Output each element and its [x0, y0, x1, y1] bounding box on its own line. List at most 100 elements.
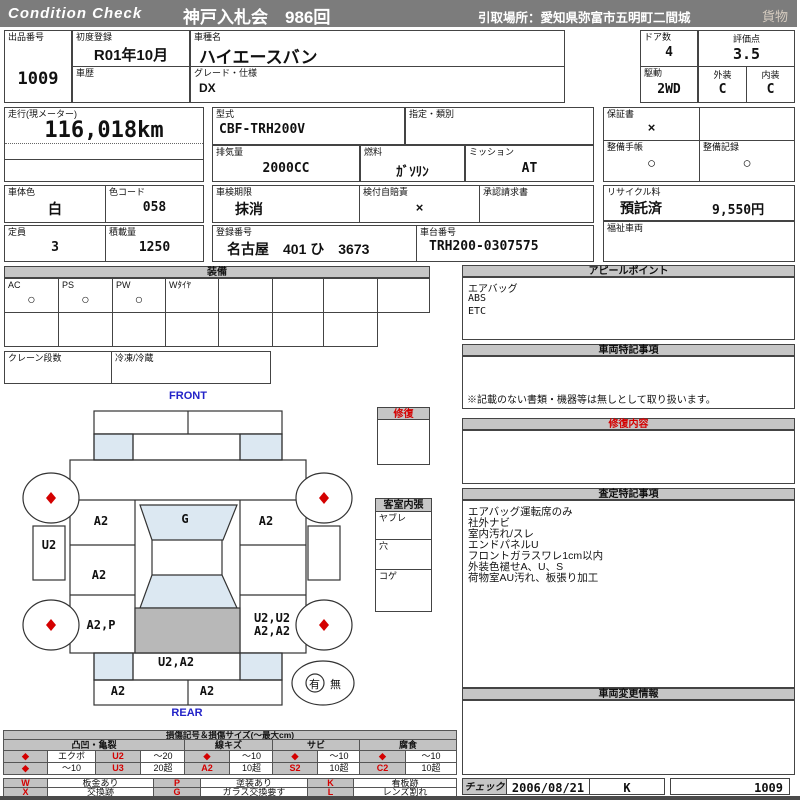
first-registration-label: 初度登録 [76, 32, 113, 42]
mark-rear-bumper-right: A2 [199, 684, 215, 698]
recycle-amount-value: 9,550円 [712, 203, 765, 218]
recycle-fee-label: リサイクル料 [607, 187, 661, 197]
model-code-label: 型式 [216, 109, 235, 119]
chassis-number-value: TRH200-0307575 [429, 239, 539, 254]
left-step [32, 525, 66, 581]
mark-side-left: A2 [91, 568, 107, 582]
drive-value: 2WD [657, 82, 681, 97]
footer-lot-value: 1009 [754, 781, 783, 795]
cabin-row-label: コゲ [379, 571, 398, 581]
legend-over-10: 10超 [229, 762, 274, 775]
equipment-cell-empty [218, 278, 273, 313]
lot-number-cell: 出品番号 1009 [4, 30, 72, 103]
equipment-cell-empty [377, 278, 430, 313]
legend-size-10: ～10 [47, 762, 96, 775]
registration-number-cell: 登録番号 名古屋 401 ひ 3673 [212, 225, 417, 262]
displacement-cell: 排気量 2000CC [212, 145, 360, 182]
special-notes-title: 車両特記事項 [598, 345, 659, 356]
equipment-cell-empty [272, 312, 324, 347]
model-name-cell: 車種名 ハイエースバン [190, 30, 565, 67]
mark-fender-fr: A2 [258, 514, 274, 528]
equipment-cell-empty [218, 312, 273, 347]
check-label: チェック [464, 782, 505, 793]
class-label: 指定・類別 [409, 109, 455, 119]
service-record-value: ○ [742, 155, 752, 172]
front-glass-left [93, 433, 134, 461]
registration-number-label: 登録番号 [216, 227, 253, 237]
presence-oval [291, 660, 355, 706]
cargo-area [134, 607, 241, 654]
grade-value: DX [199, 81, 216, 95]
inspection-value: 抹消 [235, 201, 263, 217]
rear-glass-right [239, 652, 283, 681]
exterior-grade-label: 外装 [713, 70, 732, 80]
equipment-label: AC [8, 280, 21, 290]
mileage-divider-solid [5, 159, 203, 160]
registration-number-value: 名古屋 401 ひ 3673 [227, 241, 370, 257]
insurance-cell: 検付自賠責 × [359, 185, 480, 223]
recycle-status-value: 預託済 [620, 200, 662, 216]
front-glass-right [239, 433, 283, 461]
fuel-cell: 燃料 ｶﾞｿﾘﾝ [360, 145, 465, 182]
assessment-line: 荷物室AU汚れ、板張り加工 [468, 572, 599, 584]
legend-code-s2: S2 [272, 762, 318, 775]
fuel-value: ｶﾞｿﾘﾝ [396, 164, 429, 179]
exterior-grade-cell: 外装 C [698, 66, 747, 103]
doors-label: ドア数 [644, 32, 672, 42]
equipment-cell-wtire: Wﾀｲﾔ [165, 278, 219, 313]
pickup-location: 引取場所：愛知県弥富市五明町二間城 [478, 11, 691, 25]
equipment-title: 装備 [207, 267, 227, 278]
first-registration-cell: 初度登録 R01年10月 [72, 30, 190, 67]
fuel-label: 燃料 [364, 147, 383, 157]
color-code-cell: 色コード 058 [105, 185, 204, 223]
service-book-label: 整備手帳 [607, 142, 644, 152]
equipment-label: PW [116, 280, 131, 290]
service-record-label: 整備記録 [703, 142, 740, 152]
body-color-cell: 車体色 白 [4, 185, 106, 223]
equipment-cell-empty [4, 312, 59, 347]
transmission-value: AT [521, 161, 538, 176]
welfare-vehicle-cell: 福祉車両 [603, 221, 795, 262]
presence-no-label: 無 [330, 679, 341, 691]
approval-label: 承認請求書 [483, 187, 529, 197]
equipment-header: 装備 [4, 266, 430, 278]
special-notes-disclaimer: ※記載のない書類・機器等は無しとして取り扱います。 [467, 395, 716, 406]
special-notes-body: ※記載のない書類・機器等は無しとして取り扱います。 [462, 356, 795, 409]
crane-cell: クレーン段数 [4, 351, 112, 384]
insurance-value: × [415, 200, 424, 215]
body-color-label: 車体色 [8, 187, 36, 197]
grade-label: グレード・仕様 [194, 68, 258, 78]
insurance-label: 検付自賠責 [363, 187, 409, 197]
fridge-label: 冷凍/冷蔵 [115, 353, 154, 363]
welfare-vehicle-label: 福祉車両 [607, 223, 644, 233]
equipment-cell-empty [323, 312, 378, 347]
diamond-icon: ◆ [3, 762, 48, 775]
drive-label: 駆動 [644, 68, 663, 78]
load-capacity-cell: 積載量 1250 [105, 225, 204, 262]
presence-yes-label: 有 [309, 679, 320, 691]
score-cell: 評価点 3.5 [698, 30, 795, 67]
doors-value: 4 [665, 45, 673, 60]
header-bar: Condition Check 神戸入札会 986回 引取場所：愛知県弥富市五明… [0, 0, 797, 27]
vehicle-changes-header: 車両変更情報 [462, 688, 795, 700]
interior-grade-value: C [766, 82, 775, 97]
equipment-value: ○ [27, 291, 36, 307]
history-label: 車歴 [76, 68, 95, 78]
service-book-cell: 整備手帳 ○ [603, 140, 700, 182]
model-code-value: CBF-TRH200V [219, 122, 306, 137]
warranty-cell: 保証書 × [603, 107, 700, 141]
brand-logo: Condition Check [8, 5, 143, 22]
legend-over-20: 20超 [140, 762, 186, 775]
legend-code-c2: C2 [359, 762, 406, 775]
legend-code-a2: A2 [184, 762, 230, 775]
footer-lot-cell: 1009 [670, 778, 790, 795]
auction-sheet: Condition Check 神戸入札会 986回 引取場所：愛知県弥富市五明… [0, 0, 800, 800]
mark-quarter-left: A2,P [86, 618, 116, 632]
special-notes-header: 車両特記事項 [462, 344, 795, 356]
load-capacity-value: 1250 [138, 240, 171, 255]
model-code-cell: 型式 CBF-TRH200V [212, 107, 405, 145]
legend-over-10: 10超 [405, 762, 457, 775]
check-label-cell: チェック [462, 778, 507, 795]
history-cell: 車歴 [72, 66, 190, 103]
first-registration-value: R01年10月 [93, 47, 169, 64]
